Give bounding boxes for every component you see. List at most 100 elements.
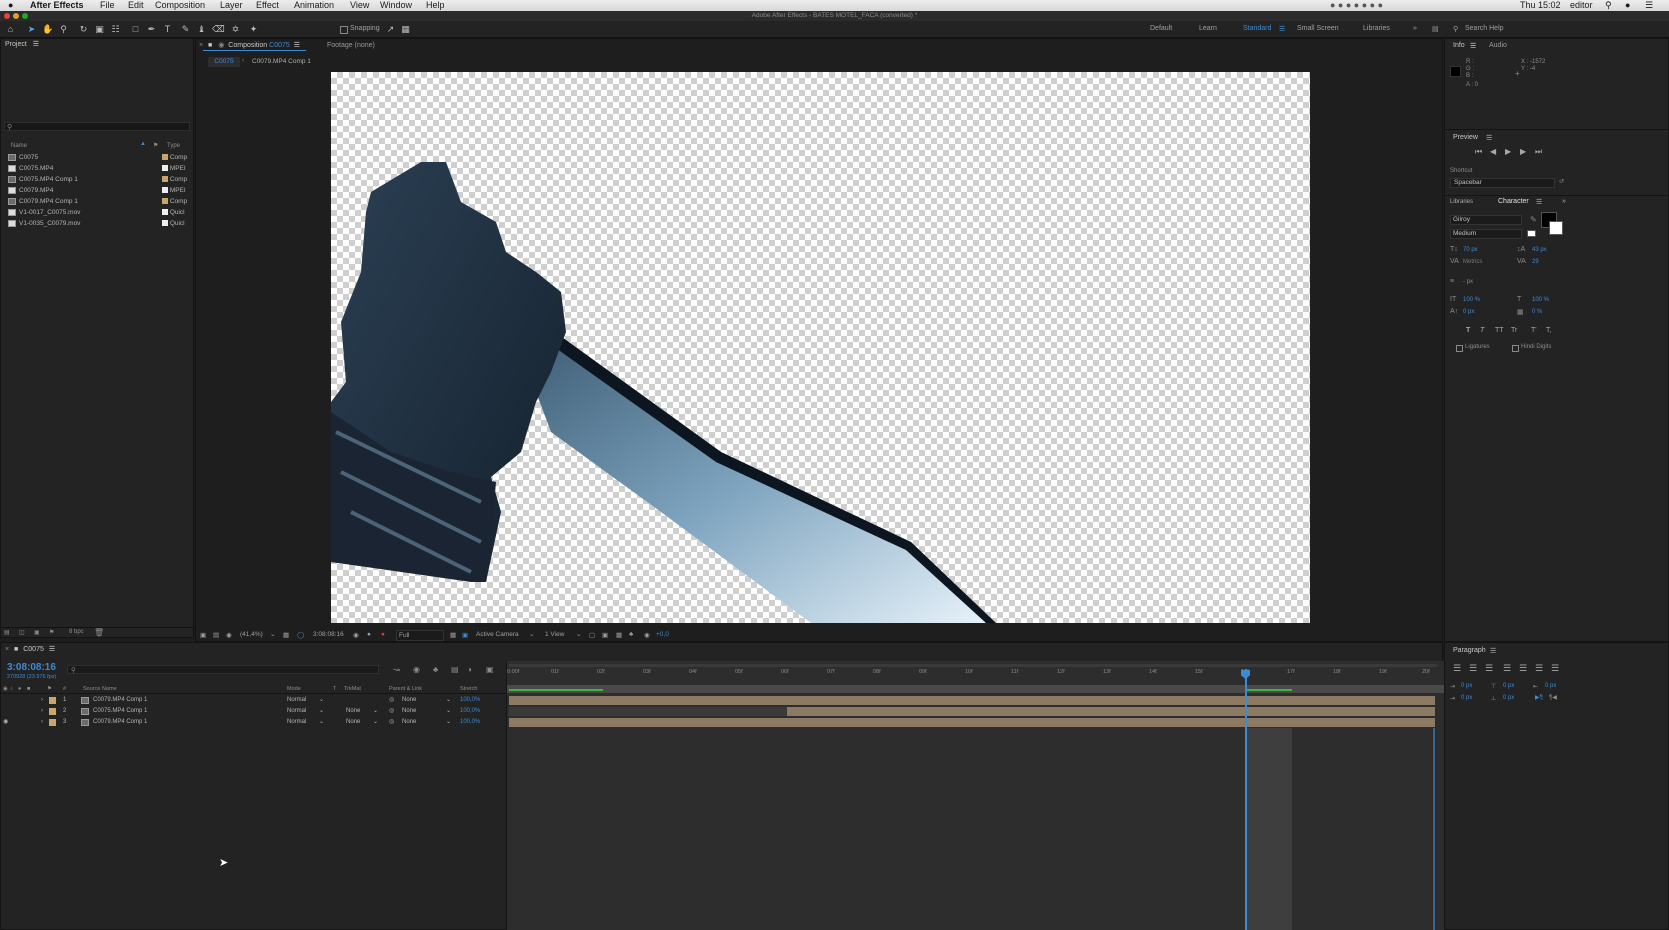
chevron-down-icon[interactable]: ⌄ xyxy=(446,706,451,717)
panel-menu-icon[interactable]: ☰ xyxy=(294,42,300,49)
monitor-icon[interactable]: ▤ xyxy=(213,631,219,639)
workspace-standard[interactable]: Standard xyxy=(1243,25,1271,32)
mask-icon[interactable]: ◉ xyxy=(226,631,232,639)
ligatures-checkbox[interactable] xyxy=(1456,345,1463,352)
hindi-digits-checkbox[interactable] xyxy=(1512,345,1519,352)
expand-arrow-icon[interactable]: › xyxy=(41,706,43,717)
app-menu[interactable]: After Effects xyxy=(30,0,84,11)
menu-list-icon[interactable]: ☰ xyxy=(1645,0,1653,11)
close-window-icon[interactable] xyxy=(4,13,10,19)
sort-icon[interactable]: ▲ xyxy=(140,141,146,147)
stroke-color-swatch[interactable] xyxy=(1549,221,1563,235)
label-swatch[interactable] xyxy=(49,708,56,715)
chevron-down-icon[interactable]: ⌄ xyxy=(446,717,451,728)
graph-editor-icon[interactable]: ▣ xyxy=(486,665,494,674)
draft-3d-icon[interactable]: ◉ xyxy=(413,665,420,674)
toggle-pixel-aspect-icon[interactable]: ▢ xyxy=(589,631,595,639)
layer-stretch[interactable]: 100,0% xyxy=(460,717,480,728)
subscript-button[interactable]: T, xyxy=(1546,327,1551,334)
new-composition-icon[interactable]: ▣ xyxy=(34,629,40,636)
flowchart-icon[interactable]: ♣ xyxy=(629,631,633,638)
menu-layer[interactable]: Layer xyxy=(220,0,243,11)
column-stretch[interactable]: Stretch xyxy=(460,686,477,692)
chevron-down-icon[interactable]: ⌄ xyxy=(319,706,324,717)
project-title[interactable]: Project xyxy=(5,41,27,48)
user-name[interactable]: editor xyxy=(1570,0,1593,11)
close-tab-icon[interactable]: × xyxy=(199,42,203,49)
work-area-bar[interactable] xyxy=(509,664,1437,667)
timeline-tab[interactable]: × ■ C0075 ☰ xyxy=(5,645,55,653)
previous-frame-icon[interactable]: ◀ xyxy=(1490,147,1496,156)
color-black-white-icon[interactable] xyxy=(1527,230,1536,237)
font-size-value[interactable]: 70 px xyxy=(1463,247,1478,253)
layer-mode[interactable]: Normal xyxy=(287,695,306,706)
column-trkmat[interactable]: TrkMat xyxy=(344,686,361,692)
panel-menu-icon[interactable]: ☰ xyxy=(1490,647,1496,655)
label-swatch[interactable] xyxy=(162,154,168,161)
font-style-dropdown[interactable]: Medium xyxy=(1450,229,1522,239)
tracking-value[interactable]: 29 xyxy=(1532,259,1539,265)
grid-icon[interactable]: ▦ xyxy=(283,631,289,639)
comp-mini-flowchart-icon[interactable]: ↝ xyxy=(393,665,400,674)
list-item[interactable]: C0075 xyxy=(1,152,38,163)
composition-viewer[interactable] xyxy=(331,72,1310,623)
faux-italic-button[interactable]: T xyxy=(1480,327,1484,334)
list-item[interactable]: C0079.MP4 Comp 1 xyxy=(1,196,78,207)
viewer-timecode[interactable]: 3:08:08:16 xyxy=(313,631,344,638)
list-item[interactable]: V1-0035_C0079.mov xyxy=(1,218,80,229)
fast-previews-icon[interactable]: ▣ xyxy=(602,631,608,639)
menu-view[interactable]: View xyxy=(350,0,369,11)
rtl-direction-icon[interactable]: ¶◀ xyxy=(1549,694,1557,701)
column-t[interactable]: T xyxy=(333,686,336,692)
pen-tool-icon[interactable]: ✒ xyxy=(146,24,157,35)
eye-icon[interactable]: ◉ xyxy=(3,717,8,728)
pickwhip-icon[interactable]: ◎ xyxy=(389,717,394,728)
pan-behind-tool-icon[interactable]: ☷ xyxy=(110,24,121,35)
siri-icon[interactable]: ● xyxy=(1625,0,1630,11)
column-name[interactable]: Name xyxy=(11,143,27,149)
layer-stretch[interactable]: 100,0% xyxy=(460,706,480,717)
column-source-name[interactable]: Source Name xyxy=(83,686,117,692)
apple-icon[interactable]: ● xyxy=(8,0,13,11)
layer-mode[interactable]: Normal xyxy=(287,706,306,717)
justify-left-icon[interactable]: ☰ xyxy=(1503,663,1511,674)
layer-stretch[interactable]: 100,0% xyxy=(460,695,480,706)
first-frame-icon[interactable]: ⏮ xyxy=(1475,147,1482,157)
hand-tool-icon[interactable]: ✋ xyxy=(42,24,53,35)
time-ruler[interactable]: 0:00f 01f 02f 03f 04f 05f 06f 07f 08f 09… xyxy=(507,669,1445,683)
align-center-icon[interactable]: ☰ xyxy=(1469,663,1477,674)
list-item[interactable]: C0075.MP4 xyxy=(1,163,53,174)
list-item[interactable]: C0079.MP4 xyxy=(1,185,53,196)
snapshot-icon[interactable]: ◉ xyxy=(353,631,359,639)
current-time-indicator[interactable] xyxy=(1245,669,1247,930)
tab-audio[interactable]: Audio xyxy=(1489,42,1507,49)
rectangle-tool-icon[interactable]: □ xyxy=(130,24,141,35)
more-workspaces-icon[interactable]: » xyxy=(1413,25,1417,32)
tab-character[interactable]: Character xyxy=(1498,198,1529,205)
expand-arrow-icon[interactable]: › xyxy=(41,695,43,706)
column-type[interactable]: Type xyxy=(167,143,180,149)
puppet-tool-icon[interactable]: ✦ xyxy=(248,24,259,35)
lock-icon[interactable]: ■ xyxy=(208,42,212,49)
show-snapshot-icon[interactable]: ● xyxy=(367,631,371,638)
shortcut-dropdown[interactable]: Spacebar xyxy=(1450,178,1555,188)
chevron-down-icon[interactable]: ⌄ xyxy=(446,695,451,706)
motion-blur-icon[interactable]: ◑ xyxy=(467,665,472,674)
label-column-icon[interactable]: ⚑ xyxy=(153,142,158,149)
label-column-icon[interactable]: ⚑ xyxy=(47,686,52,692)
tab-info[interactable]: Info xyxy=(1453,42,1465,49)
column-parent[interactable]: Parent & Link xyxy=(389,686,422,692)
preview-title[interactable]: Preview xyxy=(1453,134,1478,141)
kerning-value[interactable]: Metrics xyxy=(1463,259,1482,265)
trash-icon[interactable]: 🗑 xyxy=(94,628,104,637)
workspace-small-screen[interactable]: Small Screen xyxy=(1297,25,1339,32)
panel-menu-icon[interactable]: ☰ xyxy=(33,41,39,48)
chevron-down-icon[interactable]: ⌄ xyxy=(319,717,324,728)
label-swatch[interactable] xyxy=(162,165,168,172)
play-icon[interactable]: ▶ xyxy=(1505,147,1511,156)
shy-layers-icon[interactable]: ♣ xyxy=(433,665,438,674)
label-swatch[interactable] xyxy=(162,176,168,183)
frame-blending-icon[interactable]: ▤ xyxy=(451,665,459,674)
workspace-libraries[interactable]: Libraries xyxy=(1363,25,1390,32)
table-row[interactable]: › 2 C0075.MP4 Comp 1 Normal ⌄ None ⌄ ◎ N… xyxy=(1,706,505,717)
